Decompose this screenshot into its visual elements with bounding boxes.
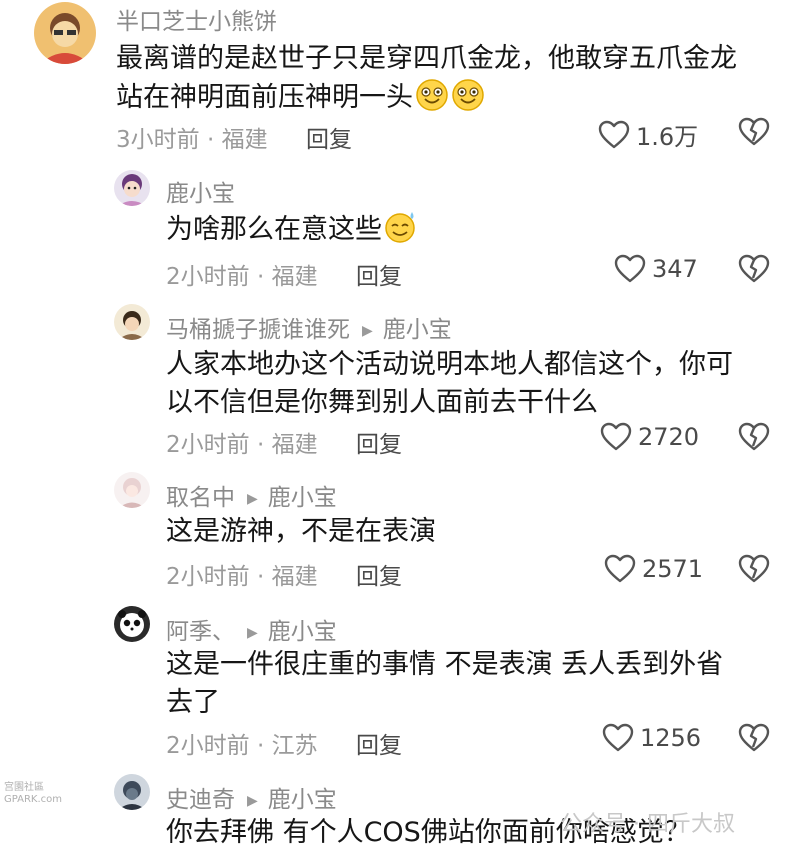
- comment-author: 马桶搋子搋谁谁死 ▶ 鹿小宝: [166, 310, 452, 344]
- comment-text-line: 最离谱的是赵世子只是穿四爪金龙，他敢穿五爪金龙: [116, 43, 737, 74]
- like-button[interactable]: 347: [614, 254, 698, 284]
- comment-item: 马桶搋子搋谁谁死 ▶ 鹿小宝 人家本地办这个活动说明本地人都信这个，你可 以不信但是…: [0, 290, 800, 458]
- watermark-logo-text: 宫園社區: [4, 782, 44, 793]
- avatar[interactable]: [114, 774, 150, 810]
- author-name[interactable]: 阿季、: [166, 619, 235, 645]
- like-count: 2571: [642, 555, 704, 583]
- heart-icon: [598, 120, 630, 148]
- comment-text: 人家本地办这个活动说明本地人都信这个，你可 以不信但是你舞到别人面前去干什么: [166, 346, 766, 422]
- comment-time-location: 2小时前 · 福建: [166, 264, 318, 290]
- dislike-button[interactable]: [738, 254, 770, 288]
- reply-arrow-icon: ▶: [247, 793, 258, 809]
- comment-text-line: 去了: [166, 687, 220, 718]
- avatar[interactable]: [114, 472, 150, 508]
- comment-author: 史迪奇 ▶ 鹿小宝: [166, 780, 337, 814]
- comment-text-line: 以不信但是你舞到别人面前去干什么: [166, 387, 598, 418]
- reply-to-name[interactable]: 鹿小宝: [268, 787, 337, 813]
- comment-text-line: 为啥那么在意这些: [166, 210, 766, 249]
- author-name[interactable]: 取名中: [166, 485, 235, 511]
- comment-text-line: 站在神明面前压神明一头: [116, 78, 776, 117]
- comment-author: 取名中 ▶ 鹿小宝: [166, 478, 337, 512]
- reply-arrow-icon: ▶: [247, 625, 258, 641]
- heart-icon: [602, 723, 634, 752]
- reply-arrow-icon: ▶: [362, 323, 373, 339]
- comment-author[interactable]: 鹿小宝: [166, 174, 235, 208]
- dislike-button[interactable]: [738, 723, 770, 757]
- author-name[interactable]: 马桶搋子搋谁谁死: [166, 317, 350, 343]
- comment-time-location: 2小时前 · 江苏: [166, 733, 318, 759]
- broken-heart-icon: [738, 723, 770, 752]
- comment-text-line: 人家本地办这个活动说明本地人都信这个，你可: [166, 349, 733, 380]
- avatar[interactable]: [114, 170, 150, 206]
- comment-text: 这是一件很庄重的事情 不是表演 丢人丢到外省 去了: [166, 646, 766, 722]
- comment-time-location: 2小时前 · 福建: [166, 432, 318, 458]
- reply-to-name[interactable]: 鹿小宝: [383, 317, 452, 343]
- broken-heart-icon: [738, 422, 770, 451]
- grinning-face-icon: [452, 79, 484, 111]
- avatar[interactable]: [34, 2, 96, 64]
- comment-text: 为啥那么在意这些: [166, 210, 766, 249]
- broken-heart-icon: [738, 254, 770, 283]
- reply-button[interactable]: 回复: [356, 726, 402, 760]
- reply-to-name[interactable]: 鹿小宝: [268, 485, 337, 511]
- reply-button[interactable]: 回复: [356, 257, 402, 291]
- reply-button[interactable]: 回复: [356, 425, 402, 459]
- comment-time-location: 2小时前 · 福建: [166, 564, 318, 590]
- comment-time-location: 3小时前 · 福建: [116, 127, 268, 153]
- reply-to-name[interactable]: 鹿小宝: [268, 619, 337, 645]
- watermark-text: 公众号 · 四斤大叔: [560, 812, 735, 837]
- comment-text-line: 这是游神，不是在表演: [166, 516, 436, 547]
- dislike-button[interactable]: [738, 422, 770, 456]
- broken-heart-icon: [738, 554, 770, 583]
- avatar[interactable]: [114, 606, 150, 642]
- comment-text: 这是游神，不是在表演: [166, 513, 766, 551]
- reply-button[interactable]: 回复: [306, 120, 352, 154]
- reply-button[interactable]: 回复: [356, 557, 402, 591]
- like-button[interactable]: 2571: [604, 554, 703, 584]
- comment-item: 鹿小宝 为啥那么在意这些 2小时前 · 福建 回复 347: [0, 160, 800, 290]
- reply-arrow-icon: ▶: [247, 491, 258, 507]
- heart-icon: [604, 554, 636, 583]
- like-count: 2720: [638, 423, 700, 451]
- like-count: 1.6万: [636, 123, 699, 151]
- comment-text-line: 这是一件很庄重的事情 不是表演 丢人丢到外省: [166, 649, 724, 680]
- like-button[interactable]: 1.6万: [598, 117, 698, 152]
- watermark-logo-subtext: GPARK.com: [4, 794, 63, 805]
- comment-author: 阿季、 ▶ 鹿小宝: [166, 612, 337, 646]
- like-count: 347: [652, 255, 698, 283]
- like-count: 1256: [640, 724, 702, 752]
- comment-item: 取名中 ▶ 鹿小宝 这是游神，不是在表演 2小时前 · 福建 回复 2571: [0, 458, 800, 591]
- like-button[interactable]: 2720: [600, 422, 699, 452]
- broken-heart-icon: [738, 117, 770, 146]
- dislike-button[interactable]: [738, 117, 770, 151]
- dislike-button[interactable]: [738, 554, 770, 588]
- sweat-smile-face-icon: [385, 212, 415, 243]
- heart-icon: [614, 254, 646, 283]
- comment-text: 最离谱的是赵世子只是穿四爪金龙，他敢穿五爪金龙 站在神明面前压神明一头: [116, 40, 776, 117]
- comment-author[interactable]: 半口芝士小熊饼: [116, 2, 277, 36]
- comment-item: 半口芝士小熊饼 最离谱的是赵世子只是穿四爪金龙，他敢穿五爪金龙 站在神明面前压神…: [0, 0, 800, 160]
- comment-item: 阿季、 ▶ 鹿小宝 这是一件很庄重的事情 不是表演 丢人丢到外省 去了 2小时前 ·…: [0, 588, 800, 760]
- grinning-face-icon: [416, 79, 448, 111]
- heart-icon: [600, 422, 632, 451]
- avatar[interactable]: [114, 304, 150, 340]
- author-name[interactable]: 史迪奇: [166, 787, 235, 813]
- watermark-logo: 宫園社區 GPARK.com: [4, 782, 62, 806]
- like-button[interactable]: 1256: [602, 723, 701, 753]
